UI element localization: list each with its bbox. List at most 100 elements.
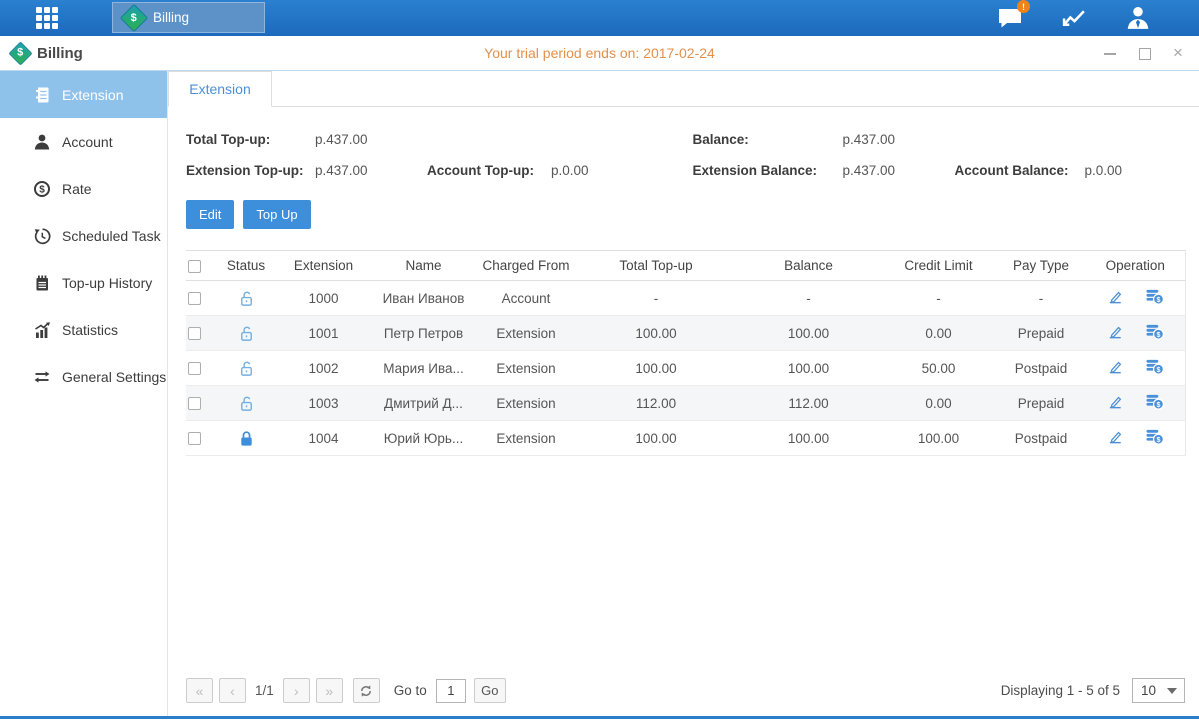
- cell-total-topup: -: [576, 281, 736, 316]
- cell-total-topup: 100.00: [576, 351, 736, 386]
- page-size-value: 10: [1141, 683, 1156, 698]
- status-lock-icon[interactable]: [238, 325, 255, 340]
- row-checkbox[interactable]: [188, 432, 201, 445]
- row-checkbox[interactable]: [188, 362, 201, 375]
- edit-row-icon[interactable]: [1107, 323, 1124, 343]
- cell-pay-type: Postpaid: [996, 421, 1086, 456]
- extension-topup-label: Extension Top-up:: [186, 155, 315, 186]
- sidebar-item-statistics[interactable]: Statistics: [0, 306, 167, 353]
- cell-name: Иван Иванов: [371, 281, 476, 316]
- sidebar-item-account[interactable]: Account: [0, 118, 167, 165]
- cell-total-topup: 112.00: [576, 386, 736, 421]
- taskbar-tab-billing[interactable]: $ Billing: [112, 2, 265, 33]
- cell-charged-from: Extension: [476, 421, 576, 456]
- window-title-bar: $ Billing Your trial period ends on: 201…: [0, 36, 1199, 71]
- balance-value: p.437.00: [843, 124, 896, 155]
- cell-total-topup: 100.00: [576, 316, 736, 351]
- row-checkbox[interactable]: [188, 292, 201, 305]
- maximize-icon[interactable]: [1137, 46, 1151, 60]
- select-all-checkbox[interactable]: [188, 260, 201, 273]
- page-size-select[interactable]: 10: [1132, 678, 1185, 703]
- tab-extension[interactable]: Extension: [168, 71, 272, 107]
- extension-balance-label: Extension Balance:: [693, 155, 843, 186]
- sidebar-item-label: Rate: [62, 181, 92, 197]
- top-bar: $ Billing !: [0, 0, 1199, 36]
- sidebar-item-extension[interactable]: Extension: [0, 71, 167, 118]
- sidebar-item-rate[interactable]: $ Rate: [0, 165, 167, 212]
- status-lock-icon[interactable]: [238, 395, 255, 410]
- chart-icon[interactable]: [1061, 6, 1087, 30]
- refresh-button[interactable]: [353, 678, 380, 703]
- edit-row-icon[interactable]: [1107, 358, 1124, 378]
- extension-balance-value: p.437.00: [843, 155, 955, 186]
- go-button[interactable]: Go: [474, 678, 506, 703]
- column-header-status: Status: [216, 251, 276, 281]
- trial-notice: Your trial period ends on: 2017-02-24: [0, 45, 1199, 61]
- svg-text:$: $: [39, 184, 45, 195]
- close-icon[interactable]: ×: [1171, 46, 1185, 60]
- total-topup-label: Total Top-up:: [186, 124, 315, 155]
- cell-balance: 100.00: [736, 316, 881, 351]
- pagination-bar: « ‹ 1/1 › » Go to Go Displaying 1 - 5 of…: [186, 678, 1185, 703]
- cell-name: Юрий Юрь...: [371, 421, 476, 456]
- cell-credit-limit: 100.00: [881, 421, 996, 456]
- cell-credit-limit: 0.00: [881, 386, 996, 421]
- sidebar-item-label: Account: [62, 134, 113, 150]
- svg-text:$: $: [1156, 366, 1160, 374]
- chevron-down-icon: [1167, 688, 1177, 694]
- table-row: 1003 Дмитрий Д... Extension 112.00 112.0…: [186, 386, 1185, 421]
- top-up-row-icon[interactable]: $: [1145, 323, 1164, 343]
- cell-pay-type: -: [996, 281, 1086, 316]
- table-row: 1004 Юрий Юрь... Extension 100.00 100.00…: [186, 421, 1185, 456]
- prev-page-button[interactable]: ‹: [219, 678, 246, 703]
- billing-diamond-icon: $: [120, 3, 148, 31]
- sidebar-item-general-settings[interactable]: General Settings: [0, 353, 167, 400]
- sidebar-item-label: Statistics: [62, 322, 118, 338]
- sidebar-item-label: Extension: [62, 87, 123, 103]
- top-up-row-icon[interactable]: $: [1145, 393, 1164, 413]
- edit-row-icon[interactable]: [1107, 428, 1124, 448]
- user-icon[interactable]: [1125, 6, 1151, 30]
- edit-button[interactable]: Edit: [186, 200, 234, 229]
- cell-pay-type: Postpaid: [996, 351, 1086, 386]
- svg-text:$: $: [1156, 436, 1160, 444]
- sidebar: Extension Account $ Rate Scheduled Task: [0, 71, 168, 716]
- top-up-row-icon[interactable]: $: [1145, 428, 1164, 448]
- clock-history-icon: [33, 227, 51, 245]
- status-lock-icon[interactable]: [238, 360, 255, 375]
- edit-row-icon[interactable]: [1107, 288, 1124, 308]
- status-lock-icon[interactable]: [238, 290, 255, 305]
- row-checkbox[interactable]: [188, 327, 201, 340]
- last-page-button[interactable]: »: [316, 678, 343, 703]
- first-page-button[interactable]: «: [186, 678, 213, 703]
- svg-text:$: $: [1156, 401, 1160, 409]
- person-icon: [33, 133, 51, 151]
- extension-topup-value: p.437.00: [315, 155, 427, 186]
- chat-icon[interactable]: !: [997, 6, 1023, 30]
- cell-extension: 1001: [276, 316, 371, 351]
- edit-row-icon[interactable]: [1107, 393, 1124, 413]
- top-up-button[interactable]: Top Up: [243, 200, 310, 229]
- next-page-button[interactable]: ›: [283, 678, 310, 703]
- cell-pay-type: Prepaid: [996, 386, 1086, 421]
- svg-text:$: $: [1156, 331, 1160, 339]
- status-lock-icon[interactable]: [238, 430, 255, 445]
- minimize-icon[interactable]: [1103, 46, 1117, 60]
- sidebar-item-label: Scheduled Task: [62, 228, 161, 244]
- sidebar-item-topup-history[interactable]: Top-up History: [0, 259, 167, 306]
- sidebar-item-label: Top-up History: [62, 275, 152, 291]
- cell-credit-limit: 50.00: [881, 351, 996, 386]
- apps-grid-icon[interactable]: [36, 7, 58, 29]
- cell-extension: 1000: [276, 281, 371, 316]
- window-bottom-border: [0, 716, 1199, 719]
- top-up-row-icon[interactable]: $: [1145, 358, 1164, 378]
- bar-chart-icon: [33, 321, 51, 339]
- column-header-pay-type: Pay Type: [996, 251, 1086, 281]
- taskbar-tab-label: Billing: [153, 10, 189, 25]
- goto-page-input[interactable]: [436, 679, 466, 703]
- top-up-row-icon[interactable]: $: [1145, 288, 1164, 308]
- cell-total-topup: 100.00: [576, 421, 736, 456]
- sidebar-item-scheduled-task[interactable]: Scheduled Task: [0, 212, 167, 259]
- total-topup-value: p.437.00: [315, 124, 368, 155]
- row-checkbox[interactable]: [188, 397, 201, 410]
